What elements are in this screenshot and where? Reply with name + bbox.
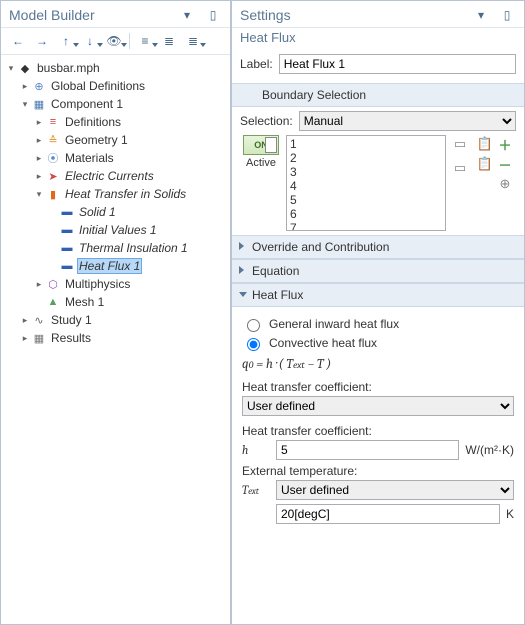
tree-node-component[interactable]: ▾▦Component 1 xyxy=(3,95,228,113)
model-builder-title: Model Builder xyxy=(9,7,176,23)
study-icon: ∿ xyxy=(31,312,47,328)
tree-node-initial-values[interactable]: ▬Initial Values 1 xyxy=(3,221,228,239)
ext-temp-value-input[interactable] xyxy=(276,504,500,524)
list-item[interactable]: 6 xyxy=(290,207,442,221)
boundary-list[interactable]: 1 2 3 4 5 6 7 9 (not applicable) xyxy=(286,135,446,231)
htc-symbol: h xyxy=(242,443,270,457)
model-tree[interactable]: ▾◆busbar.mph ▸⊕Global Definitions ▾▦Comp… xyxy=(1,55,230,624)
tree-node-heat-flux[interactable]: ▬Heat Flux 1 xyxy=(3,257,228,275)
minimize-icon[interactable]: ▾ xyxy=(470,5,492,25)
heat-transfer-icon: ▮ xyxy=(45,186,61,202)
list-item[interactable]: 7 xyxy=(290,221,442,231)
list-item[interactable]: 3 xyxy=(290,165,442,179)
minimize-icon[interactable]: ▾ xyxy=(176,5,198,25)
show-icon[interactable]: 👁 xyxy=(103,31,125,51)
htc-unit: W/(m²·K) xyxy=(465,443,514,457)
selection-mode-dropdown[interactable]: Manual xyxy=(299,111,516,131)
model-builder-toolbar: ← → ↑ ↓ 👁 ≡ ≣ ≣ xyxy=(1,28,230,55)
tree-node-results[interactable]: ▸▦Results xyxy=(3,329,228,347)
tree-node-study[interactable]: ▸∿Study 1 xyxy=(3,311,228,329)
list-item[interactable]: 4 xyxy=(290,179,442,193)
list-item[interactable]: 2 xyxy=(290,151,442,165)
tree-node-materials[interactable]: ▸⦿Materials xyxy=(3,149,228,167)
tree-node-mesh[interactable]: ▲Mesh 1 xyxy=(3,293,228,311)
tree-node-heat-transfer[interactable]: ▾▮Heat Transfer in Solids xyxy=(3,185,228,203)
ext-temp-mode-dropdown[interactable]: User defined xyxy=(276,480,514,500)
model-builder-title-bar: Model Builder ▾ ▯ xyxy=(1,1,230,28)
equation-display: q0 = h · ( Text − T ) xyxy=(242,357,514,372)
tree-node-global-defs[interactable]: ▸⊕Global Definitions xyxy=(3,77,228,95)
active-toggle[interactable]: ON xyxy=(243,135,279,155)
solid-icon: ▬ xyxy=(59,204,75,220)
close-icon[interactable]: ▯ xyxy=(496,5,518,25)
settings-title-bar: Settings ▾ ▯ xyxy=(232,1,524,28)
paste-selection-icon[interactable]: 📋 xyxy=(476,135,494,153)
component-icon: ▦ xyxy=(31,96,47,112)
section-override[interactable]: Override and Contribution xyxy=(232,235,524,259)
section-boundary-selection: Boundary Selection xyxy=(232,83,524,107)
model-icon: ◆ xyxy=(17,60,33,76)
mesh-icon: ▲ xyxy=(45,294,61,310)
boundary-selection-body: Selection: Manual ON Active 1 2 3 4 5 6 … xyxy=(232,107,524,235)
add-icon[interactable]: ＋ xyxy=(496,135,514,153)
selection-caption: Selection: xyxy=(240,114,293,128)
label-caption: Label: xyxy=(240,57,273,71)
close-icon[interactable]: ▯ xyxy=(202,5,224,25)
heat-flux-body: General inward heat flux Convective heat… xyxy=(232,307,524,534)
tree-node-thermal-insulation[interactable]: ▬Thermal Insulation 1 xyxy=(3,239,228,257)
expand-icon[interactable]: ≣ xyxy=(158,31,180,51)
radio-convective[interactable] xyxy=(247,338,260,351)
results-icon: ▦ xyxy=(31,330,47,346)
select-all-icon[interactable]: ▭ xyxy=(451,135,469,153)
materials-icon: ⦿ xyxy=(45,150,61,166)
nav-down-icon[interactable]: ↓ xyxy=(79,31,101,51)
clear-selection-icon[interactable]: ▭ xyxy=(451,159,469,177)
heat-flux-icon: ▬ xyxy=(59,258,75,274)
ext-temp-symbol: Text xyxy=(242,483,270,497)
htc-value-label: Heat transfer coefficient: xyxy=(242,424,514,438)
radio-general-inward[interactable] xyxy=(247,319,260,332)
tree-node-geometry[interactable]: ▸≙Geometry 1 xyxy=(3,131,228,149)
copy-selection-icon[interactable]: 📋 xyxy=(476,155,494,173)
tree-node-solid[interactable]: ▬Solid 1 xyxy=(3,203,228,221)
settings-panel: Settings ▾ ▯ Heat Flux Label: Boundary S… xyxy=(231,0,525,625)
collapse-all-icon[interactable]: ≡ xyxy=(134,31,156,51)
electric-currents-icon: ➤ xyxy=(45,168,61,184)
list-item[interactable]: 5 xyxy=(290,193,442,207)
radio-general-label: General inward heat flux xyxy=(269,317,399,331)
zoom-selection-icon[interactable]: ⊕ xyxy=(496,175,514,193)
radio-convective-label: Convective heat flux xyxy=(269,336,377,350)
htc-mode-label: Heat transfer coefficient: xyxy=(242,380,514,394)
model-builder-panel: Model Builder ▾ ▯ ← → ↑ ↓ 👁 ≡ ≣ ≣ ▾◆busb… xyxy=(0,0,231,625)
nav-back-icon[interactable]: ← xyxy=(7,31,29,51)
htc-mode-dropdown[interactable]: User defined xyxy=(242,396,514,416)
globe-icon: ⊕ xyxy=(31,78,47,94)
section-heat-flux[interactable]: Heat Flux xyxy=(232,283,524,307)
nav-up-icon[interactable]: ↑ xyxy=(55,31,77,51)
settings-title: Settings xyxy=(240,7,470,23)
section-equation[interactable]: Equation xyxy=(232,259,524,283)
tree-node-definitions[interactable]: ▸≡Definitions xyxy=(3,113,228,131)
expand-all-icon[interactable]: ≣ xyxy=(182,31,204,51)
tree-node-root[interactable]: ▾◆busbar.mph xyxy=(3,59,228,77)
list-item[interactable]: 1 xyxy=(290,137,442,151)
geometry-icon: ≙ xyxy=(45,132,61,148)
label-input[interactable] xyxy=(279,54,516,74)
ext-temp-unit: K xyxy=(506,507,514,521)
thermal-insulation-icon: ▬ xyxy=(59,240,75,256)
remove-icon[interactable]: － xyxy=(496,155,514,173)
tree-node-multiphysics[interactable]: ▸⬡Multiphysics xyxy=(3,275,228,293)
active-label: Active xyxy=(240,157,282,169)
multiphysics-icon: ⬡ xyxy=(45,276,61,292)
ext-temp-label: External temperature: xyxy=(242,464,514,478)
htc-value-input[interactable] xyxy=(276,440,459,460)
nav-forward-icon[interactable]: → xyxy=(31,31,53,51)
initial-values-icon: ▬ xyxy=(59,222,75,238)
definitions-icon: ≡ xyxy=(45,114,61,130)
tree-node-electric-currents[interactable]: ▸➤Electric Currents xyxy=(3,167,228,185)
settings-subtitle: Heat Flux xyxy=(232,28,524,51)
